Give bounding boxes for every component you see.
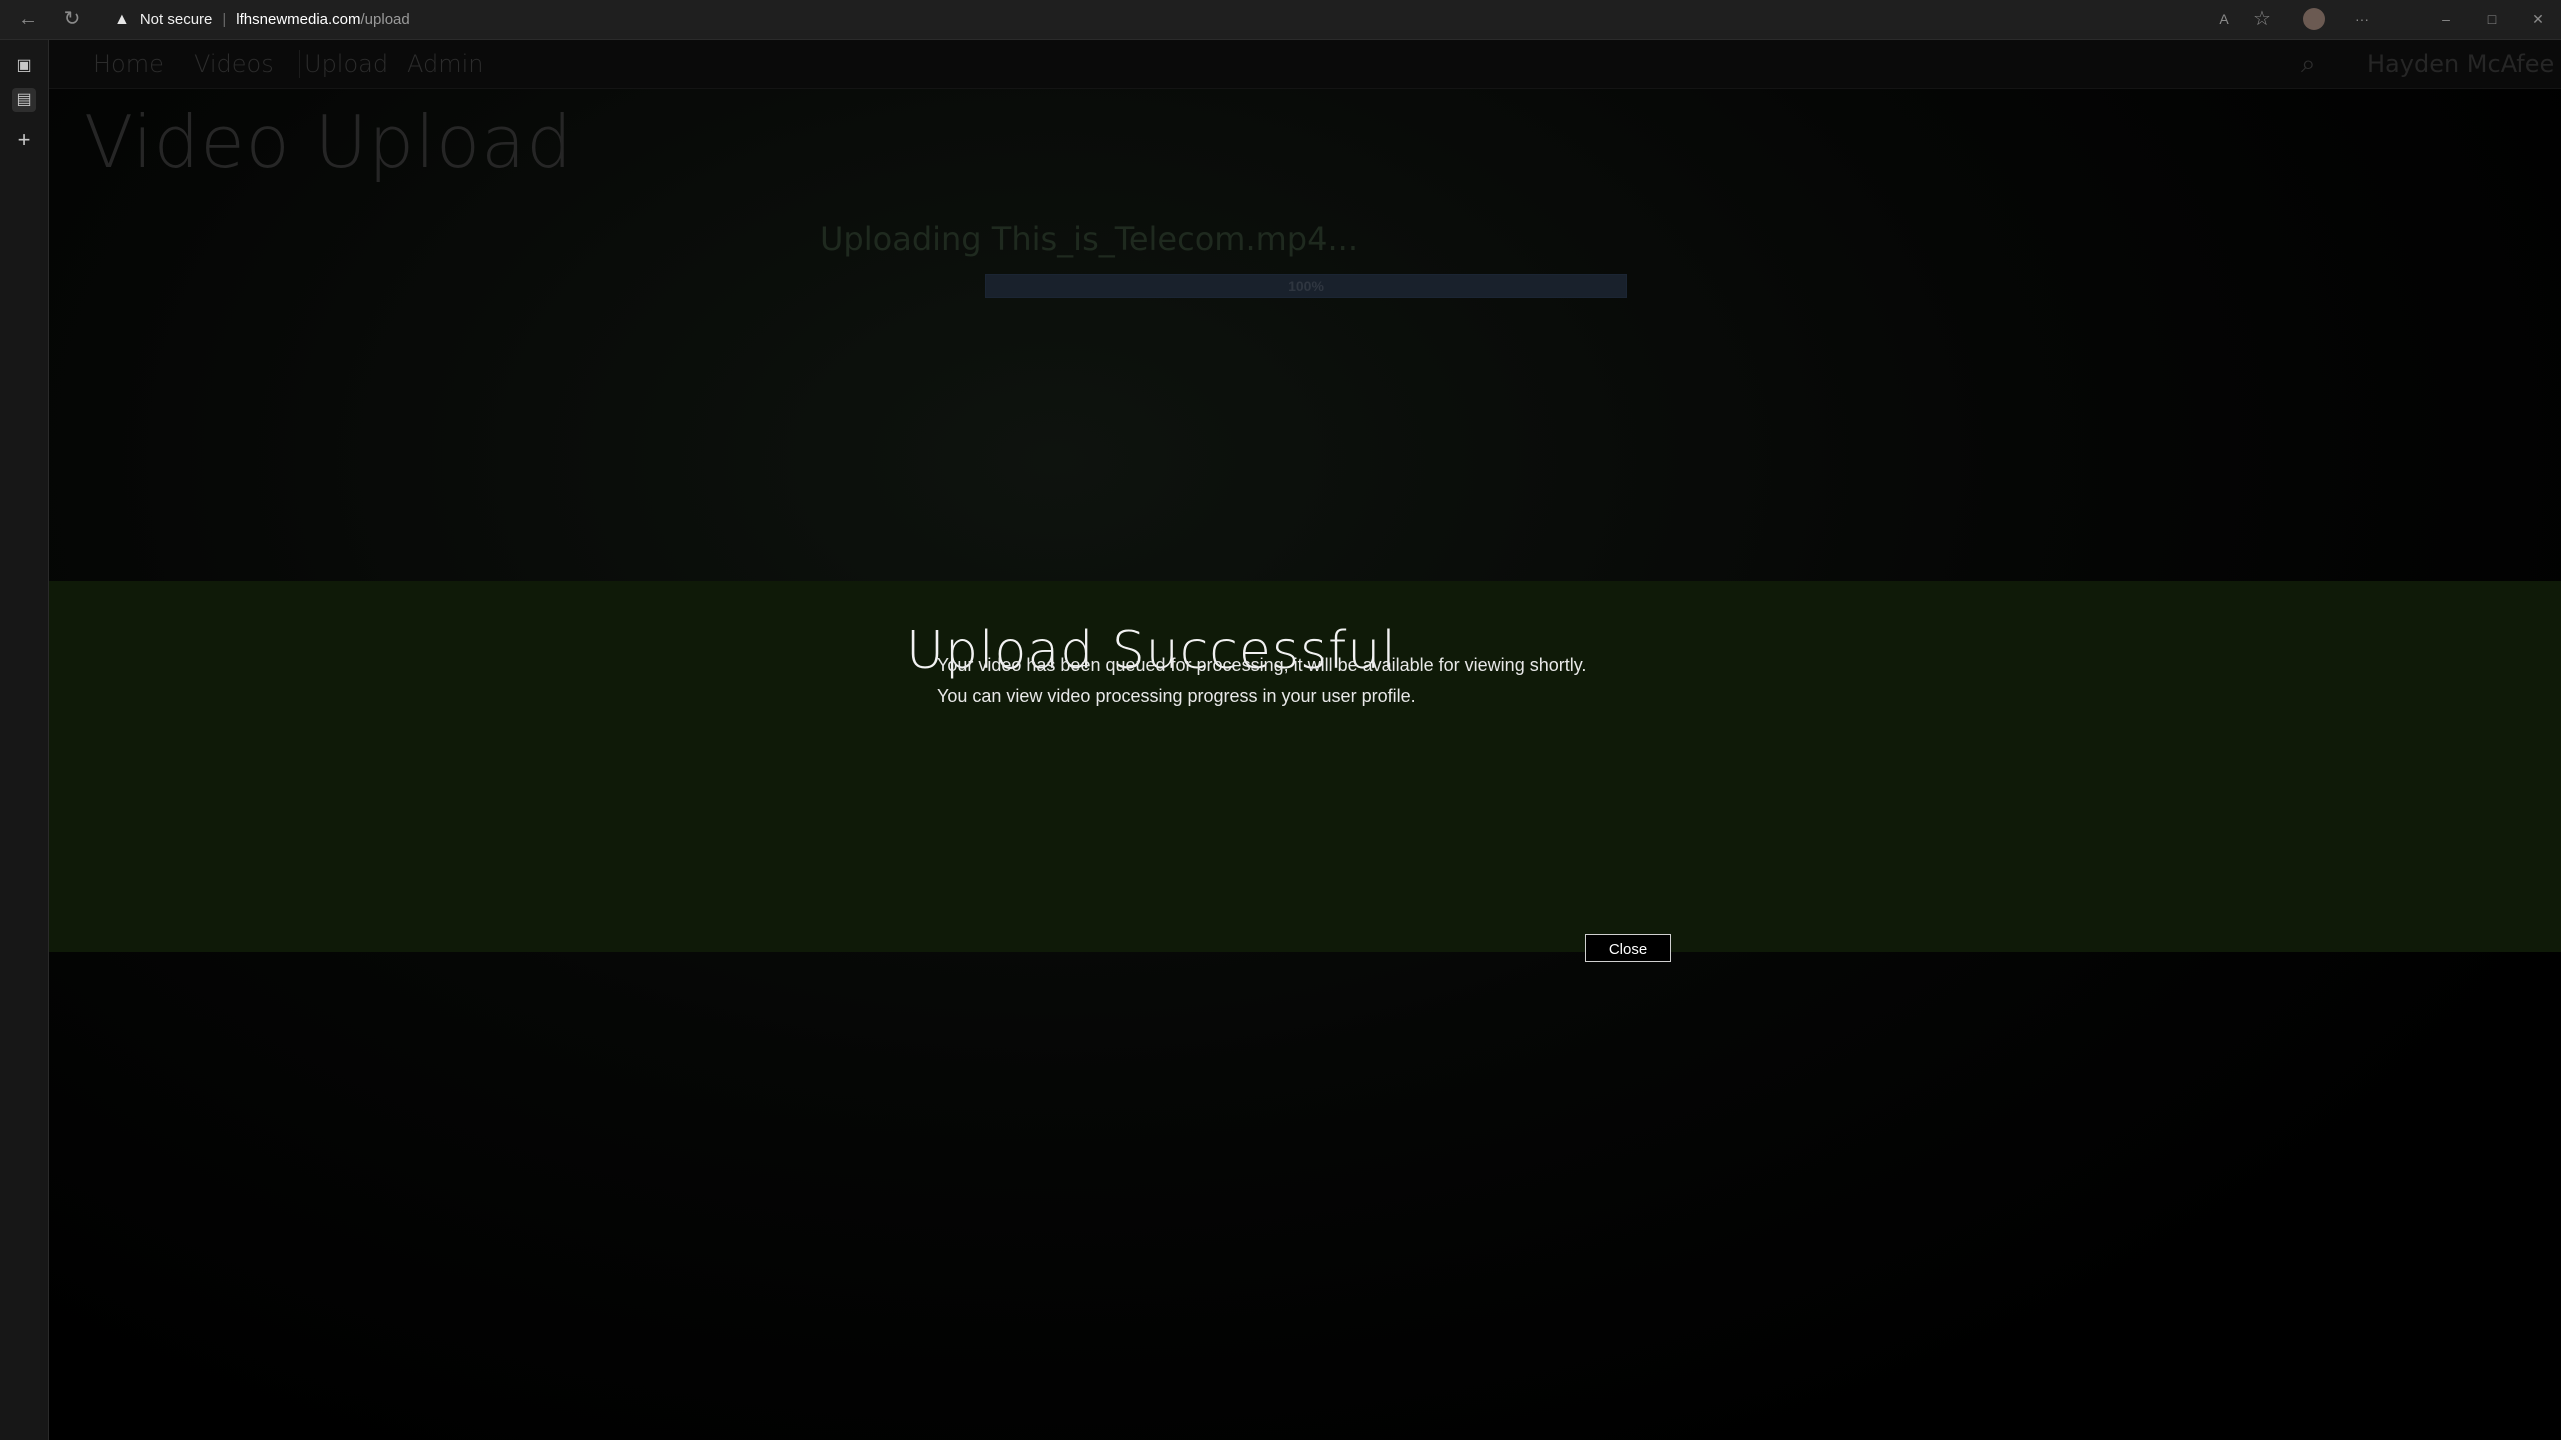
dialog-message-line1: Your video has been queued for processin… — [937, 655, 1587, 675]
upload-status: Uploading This_is_Telecom.mp4... — [820, 220, 1358, 258]
back-icon[interactable]: ← — [16, 7, 40, 31]
url-host: lfhsnewmedia.com — [236, 11, 361, 28]
page-content: Home Videos Upload Admin ⌕ Hayden McAfee… — [49, 40, 2561, 1440]
address-bar[interactable]: ▲ Not secure | lfhsnewmedia.com/upload — [114, 6, 410, 33]
upload-progress-bar: 100% — [985, 274, 1627, 298]
url-path: /upload — [360, 11, 410, 28]
refresh-icon[interactable]: ↻ — [60, 7, 84, 31]
site-navbar: Home Videos Upload Admin ⌕ Hayden McAfee — [49, 40, 2561, 89]
nav-upload[interactable]: Upload — [299, 50, 388, 78]
read-aloud-icon[interactable]: A — [2212, 7, 2236, 31]
search-icon[interactable]: ⌕ — [2301, 49, 2329, 77]
page-title: Video Upload — [84, 100, 573, 184]
maximize-icon[interactable]: □ — [2480, 7, 2504, 31]
more-icon[interactable]: ··· — [2350, 7, 2374, 31]
progress-label: 100% — [1288, 278, 1324, 294]
nav-videos[interactable]: Videos — [194, 50, 274, 78]
tabs-icon[interactable]: ▣ — [12, 54, 36, 78]
close-window-icon[interactable]: ✕ — [2526, 7, 2550, 31]
upload-success-dialog: Upload Successful Your video has been qu… — [49, 581, 2561, 952]
user-name[interactable]: Hayden McAfee — [2367, 50, 2554, 78]
browser-toolbar: ← ↻ ▲ Not secure | lfhsnewmedia.com/uplo… — [0, 0, 2561, 40]
security-label[interactable]: Not secure — [140, 6, 213, 33]
close-button[interactable]: Close — [1585, 934, 1671, 962]
address-separator: | — [222, 11, 227, 28]
nav-home[interactable]: Home — [93, 50, 164, 78]
new-tab-icon[interactable]: + — [12, 128, 36, 152]
dialog-message-line2: You can view video processing progress i… — [937, 686, 1416, 706]
url-text[interactable]: lfhsnewmedia.com/upload — [236, 6, 409, 33]
warning-icon: ▲ — [114, 11, 130, 28]
nav-admin[interactable]: Admin — [407, 50, 484, 78]
favorites-icon[interactable]: ☆ — [2250, 7, 2274, 31]
browser-sidebar: ▣ ▤ + — [0, 40, 49, 1440]
page-icon[interactable]: ▤ — [12, 88, 36, 112]
profile-avatar[interactable] — [2303, 8, 2325, 30]
minimize-icon[interactable]: – — [2434, 7, 2458, 31]
